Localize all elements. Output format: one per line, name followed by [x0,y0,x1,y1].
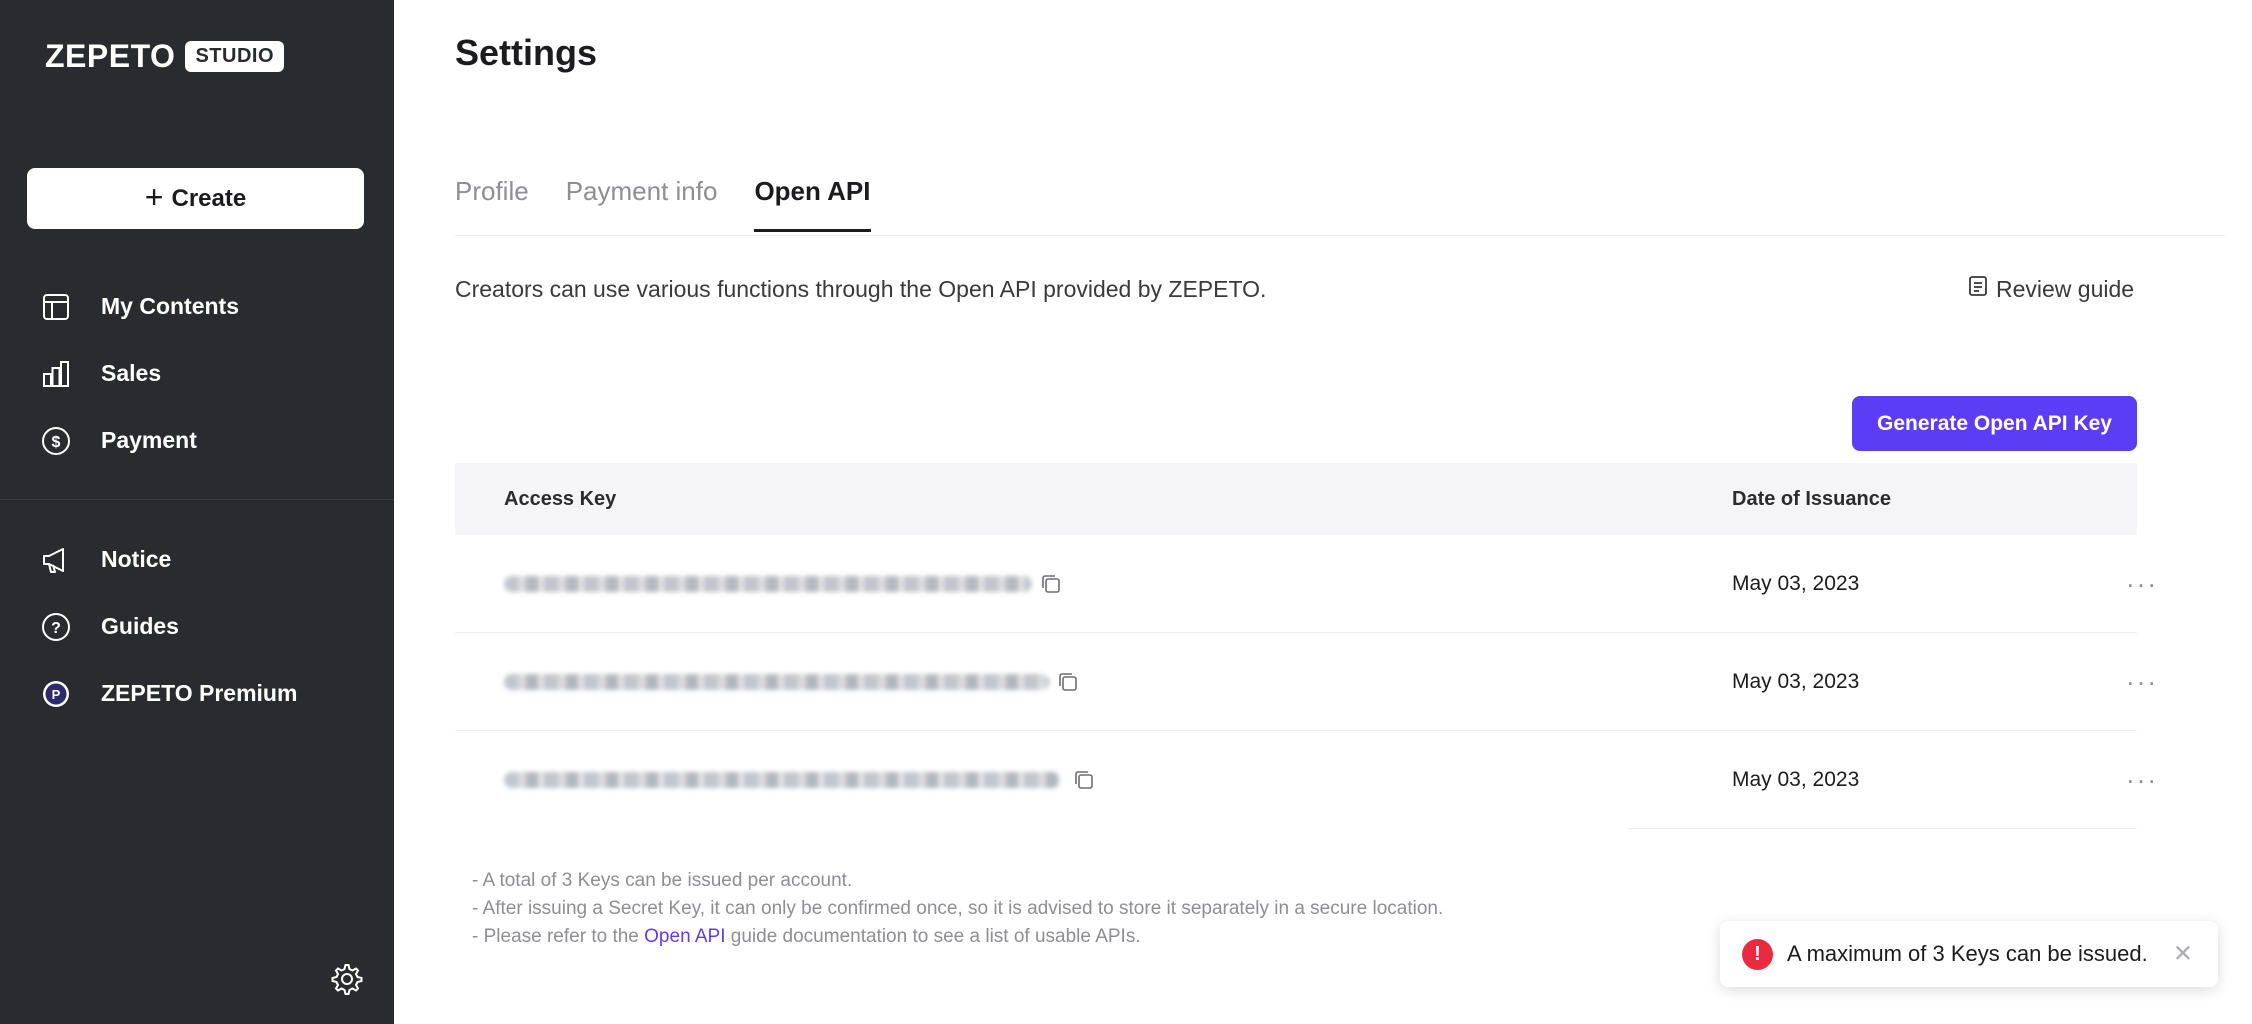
sidebar-item-payment[interactable]: $ Payment [0,407,394,474]
logo-wordmark: ZEPETO [45,38,176,74]
open-api-notes: - A total of 3 Keys can be issued per ac… [472,867,1443,951]
sidebar-item-notice[interactable]: Notice [0,526,394,593]
api-keys-table: Access Key Date of Issuance May 03, 2023… [455,463,2156,829]
table-row: May 03, 2023 ··· [455,633,2156,731]
sidebar: ZEPETO STUDIO + Create My Contents Sales… [0,0,394,1024]
settings-tabs: Profile Payment info Open API [455,176,871,232]
sidebar-item-my-contents[interactable]: My Contents [0,273,394,340]
table-header: Access Key Date of Issuance [455,463,2137,535]
note-line: - A total of 3 Keys can be issued per ac… [472,870,853,891]
create-button-label: Create [171,184,247,212]
svg-text:P: P [52,687,61,702]
svg-text:?: ? [51,620,61,637]
question-circle-icon: ? [40,611,72,643]
copy-icon[interactable] [1057,671,1079,693]
note-line: - After issuing a Secret Key, it can onl… [472,898,1444,919]
logo[interactable]: ZEPETO STUDIO [45,38,284,75]
access-key-value [504,575,1032,592]
dollar-circle-icon: $ [40,425,72,457]
document-icon [1968,275,1988,303]
copy-icon[interactable] [1040,573,1062,595]
tab-profile[interactable]: Profile [455,176,529,232]
sidebar-item-zepeto-premium[interactable]: P ZEPETO Premium [0,660,394,727]
primary-nav: My Contents Sales $ Payment [0,273,394,474]
sidebar-item-label: My Contents [101,293,239,319]
sidebar-divider [0,499,394,500]
gear-icon[interactable] [330,962,364,996]
plus-icon: + [144,179,164,215]
table-row: May 03, 2023 ··· [455,731,2156,829]
svg-text:$: $ [52,434,61,451]
layout-icon [40,291,72,323]
bar-chart-icon [40,358,72,390]
column-header-date-of-issuance: Date of Issuance [1732,487,1891,510]
note-text: - Please refer to the [472,926,645,947]
premium-p-icon: P [40,678,72,710]
copy-icon[interactable] [1073,769,1095,791]
review-guide-label: Review guide [1996,275,2135,302]
tabs-divider [455,235,2225,236]
column-header-access-key: Access Key [504,487,617,510]
main-content: Settings Profile Payment info Open API C… [394,0,2252,1024]
error-icon: ! [1742,938,1773,970]
sidebar-item-guides[interactable]: ? Guides [0,593,394,660]
issuance-date: May 03, 2023 [1732,571,1860,595]
access-key-value [504,772,1060,788]
review-guide-link[interactable]: Review guide [1968,275,2134,303]
sidebar-item-label: Sales [101,360,162,386]
logo-studio-badge: STUDIO [185,41,284,72]
sidebar-item-label: Notice [101,546,172,572]
toast-message: A maximum of 3 Keys can be issued. [1787,941,2148,966]
access-key-value [504,673,1049,690]
more-options-icon[interactable]: ··· [2126,568,2158,599]
open-api-doc-link[interactable]: Open API [644,926,725,947]
issuance-date: May 03, 2023 [1732,768,1860,791]
open-api-description: Creators can use various functions throu… [455,276,1267,302]
table-row: May 03, 2023 ··· [455,535,2156,633]
note-line: - Please refer to the Open API guide doc… [472,923,1443,951]
secondary-nav: Notice ? Guides P ZEPETO Premium [0,526,394,727]
page-title: Settings [455,32,598,73]
sidebar-item-sales[interactable]: Sales [0,340,394,407]
megaphone-icon [40,544,72,576]
row-divider [1627,828,2137,829]
sidebar-item-label: ZEPETO Premium [101,680,298,706]
tab-payment-info[interactable]: Payment info [566,176,718,232]
sidebar-item-label: Guides [101,613,179,639]
tab-open-api[interactable]: Open API [754,176,871,232]
create-button[interactable]: + Create [27,168,364,229]
more-options-icon[interactable]: ··· [2126,666,2158,697]
generate-open-api-key-button[interactable]: Generate Open API Key [1852,396,2137,451]
close-icon[interactable]: ✕ [2173,940,2193,969]
issuance-date: May 03, 2023 [1732,669,1860,693]
note-text: guide documentation to see a list of usa… [725,926,1141,947]
more-options-icon[interactable]: ··· [2126,765,2158,796]
error-toast: ! A maximum of 3 Keys can be issued. ✕ [1720,921,2218,987]
sidebar-item-label: Payment [101,427,197,453]
